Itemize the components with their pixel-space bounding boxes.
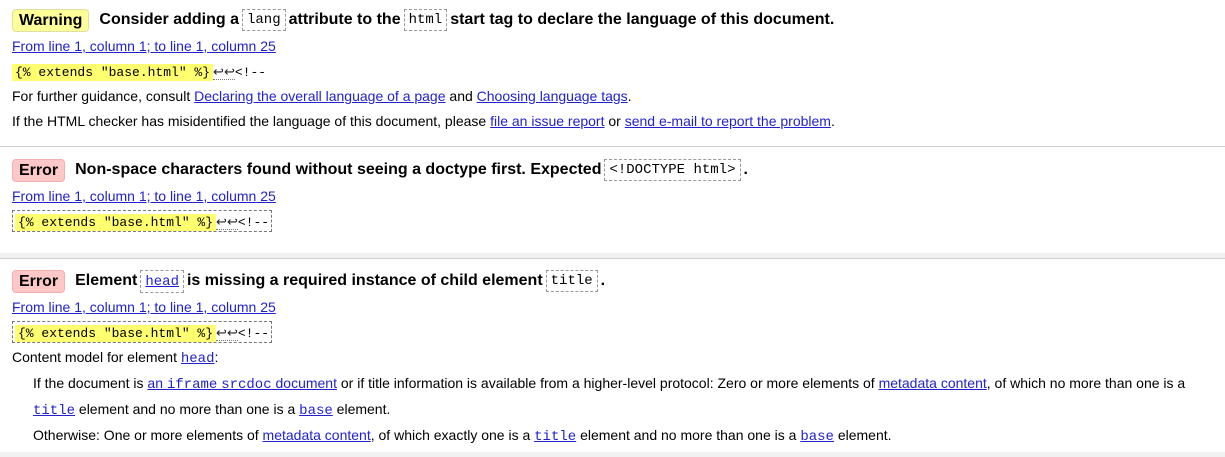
heading-text-1: Element — [75, 272, 138, 289]
code-head: head — [145, 273, 179, 290]
guidance-prefix: For further guidance, consult — [12, 88, 191, 104]
link-title-element-2[interactable]: title — [534, 427, 577, 445]
code-head-link[interactable]: head — [140, 269, 184, 293]
content-model-suffix: : — [214, 349, 219, 365]
return-symbol: ↩↩ — [213, 64, 235, 80]
message-warning-lang: Warning Consider adding a lang attribute… — [0, 0, 1225, 146]
guidance-paragraph: For further guidance, consult Declaring … — [0, 84, 1225, 109]
cm1-link-an: an — [147, 375, 163, 391]
link-base-element[interactable]: base — [299, 401, 333, 419]
heading-text-1: Non-space characters found without seein… — [75, 161, 602, 178]
link-file-issue[interactable]: file an issue report — [490, 113, 604, 129]
extract-rest: <!-- — [234, 65, 267, 80]
content-model-head-link[interactable]: head — [180, 349, 215, 367]
report-paragraph: If the HTML checker has misidentified th… — [0, 109, 1225, 134]
guidance-and: and — [449, 88, 473, 104]
location: From line 1, column 1; to line 1, column… — [0, 295, 1225, 320]
cm1-link-document: document — [275, 375, 337, 391]
message-heading: Warning Consider adding a lang attribute… — [0, 6, 1225, 34]
link-metadata-content-2[interactable]: metadata content — [263, 427, 371, 443]
link-send-email[interactable]: send e-mail to report the problem — [625, 113, 831, 129]
source-extract: {% extends "base.html" %} ↩↩<!-- — [0, 320, 1225, 345]
cm1-code-title: title — [33, 403, 76, 419]
heading-text-2: . — [743, 161, 748, 178]
cm1-link-iframe: iframe — [166, 377, 218, 393]
cm1-line2-end: element. — [336, 401, 391, 417]
extract-highlight: {% extends "base.html" %} — [15, 325, 217, 342]
content-model-line-1: If the document is an iframe srcdoc docu… — [0, 370, 1225, 396]
code-doctype: <!DOCTYPE html> — [604, 159, 741, 181]
error-badge: Error — [12, 158, 66, 182]
cm2-mid: , of which exactly one is a — [370, 427, 531, 443]
code-html: html — [403, 9, 448, 31]
cm2-mid2: element and no more than one is a — [580, 427, 797, 443]
cm2-prefix: Otherwise: One or more elements of — [33, 427, 259, 443]
location-link[interactable]: From line 1, column 1; to line 1, column… — [12, 299, 276, 315]
warning-badge: Warning — [12, 8, 90, 32]
message-error-head-title: Error Element head is missing a required… — [0, 258, 1225, 457]
heading-text-1: Consider adding a — [99, 11, 239, 28]
cm1-prefix: If the document is — [33, 375, 144, 391]
heading-text-3: start tag to declare the language of thi… — [450, 11, 835, 28]
report-end: . — [830, 113, 835, 129]
content-model-line-2: title element and no more than one is a … — [0, 396, 1225, 422]
return-symbol: ↩↩ — [216, 325, 238, 341]
cm1-line2-mid: element and no more than one is a — [78, 401, 296, 417]
cm2-code-title: title — [534, 429, 577, 445]
link-metadata-content[interactable]: metadata content — [879, 375, 987, 391]
heading-text-2: is missing a required instance of child … — [186, 272, 543, 289]
link-title-element[interactable]: title — [33, 401, 76, 419]
extract-rest: <!-- — [237, 215, 270, 230]
content-model-heading: Content model for element head: — [0, 345, 1225, 370]
guidance-end: . — [627, 88, 632, 104]
error-badge: Error — [12, 269, 66, 293]
location: From line 1, column 1; to line 1, column… — [0, 184, 1225, 209]
location: From line 1, column 1; to line 1, column… — [0, 34, 1225, 59]
message-heading: Error Element head is missing a required… — [0, 267, 1225, 295]
content-model-prefix: Content model for element — [12, 349, 177, 365]
message-heading: Error Non-space characters found without… — [0, 156, 1225, 184]
cm1-link-srcdoc: srcdoc — [221, 377, 272, 393]
message-error-doctype: Error Non-space characters found without… — [0, 146, 1225, 258]
cm1-code-base: base — [299, 403, 333, 419]
code-title: title — [545, 270, 598, 292]
code-lang: lang — [241, 9, 286, 31]
cm2-end: element. — [837, 427, 892, 443]
extract-rest: <!-- — [237, 326, 270, 341]
heading-text-2: attribute to the — [288, 11, 401, 28]
return-symbol: ↩↩ — [216, 214, 238, 230]
extract-highlight: {% extends "base.html" %} — [15, 214, 217, 231]
report-or: or — [608, 113, 621, 129]
location-link[interactable]: From line 1, column 1; to line 1, column… — [12, 188, 276, 204]
cm1-mid: or if title information is available fro… — [340, 375, 875, 391]
link-declaring-language[interactable]: Declaring the overall language of a page — [194, 88, 445, 104]
location-link[interactable]: From line 1, column 1; to line 1, column… — [12, 38, 276, 54]
cm1-after: , of which no more than one is a — [986, 375, 1186, 391]
extract-highlight: {% extends "base.html" %} — [12, 64, 214, 81]
content-model-line-3: Otherwise: One or more elements of metad… — [0, 422, 1225, 448]
source-extract: {% extends "base.html" %} ↩↩<!-- — [0, 209, 1225, 234]
content-model-code: head — [180, 351, 215, 367]
cm2-code-base: base — [800, 429, 834, 445]
link-iframe-srcdoc[interactable]: an iframe srcdoc document — [147, 375, 337, 393]
source-extract: {% extends "base.html" %} ↩↩<!-- — [0, 59, 1225, 84]
report-prefix: If the HTML checker has misidentified th… — [12, 113, 487, 129]
heading-text-3: . — [600, 272, 606, 289]
link-choosing-tags[interactable]: Choosing language tags — [477, 88, 628, 104]
link-base-element-2[interactable]: base — [800, 427, 834, 445]
